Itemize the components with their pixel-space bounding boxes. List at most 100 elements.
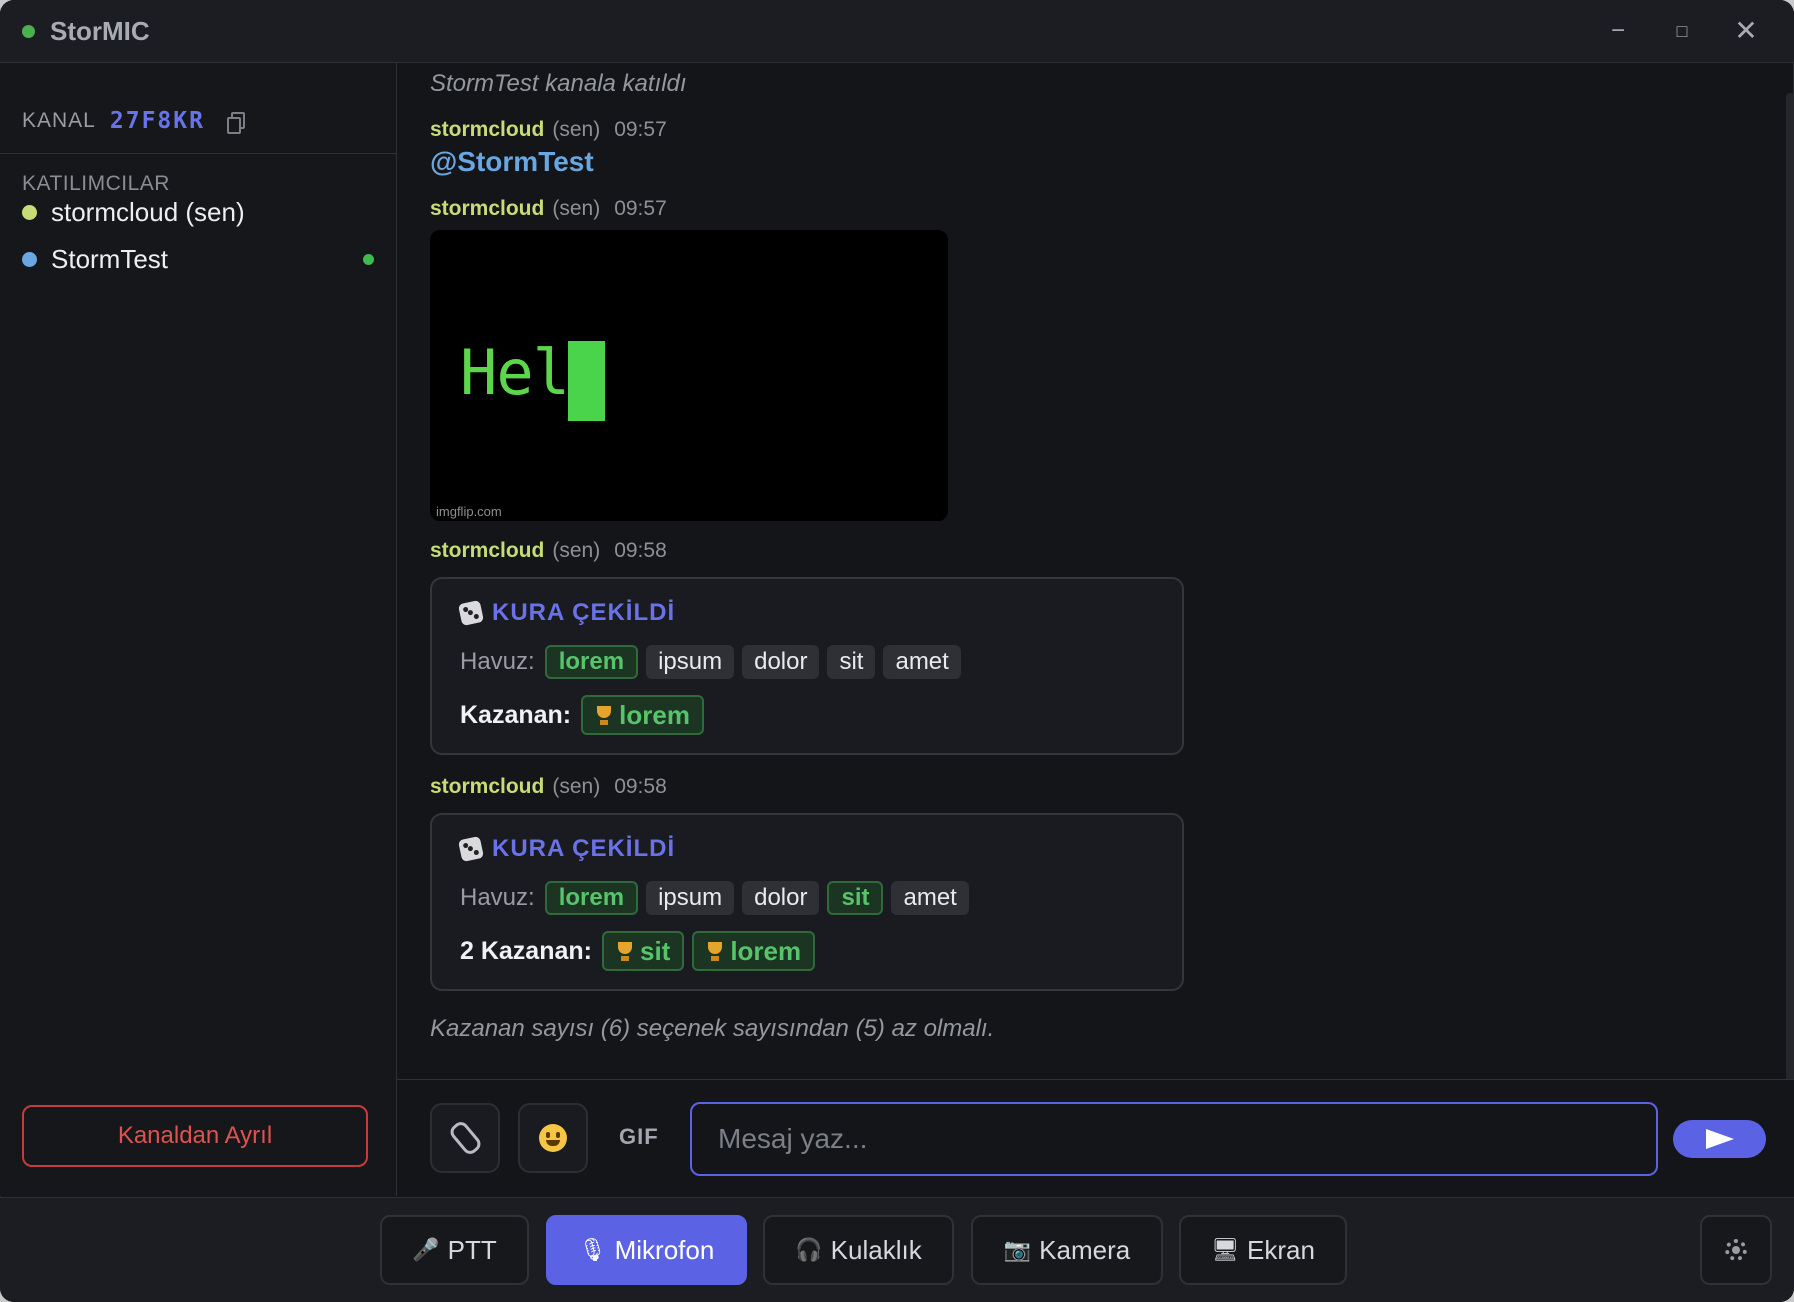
- participant-color-icon: [22, 204, 37, 220]
- message-composer: GIF: [397, 1079, 1794, 1197]
- pool-row: Havuz: lorem ipsum dolor sit amet: [460, 645, 969, 679]
- smiley-icon: [539, 1124, 567, 1152]
- scrollbar[interactable]: [1786, 93, 1794, 1108]
- message-header: stormcloud (sen) 09:58: [430, 539, 667, 563]
- draw-title-text: KURA ÇEKİLDİ: [492, 835, 676, 862]
- headphones-button[interactable]: 🎧 Kulaklık: [763, 1215, 954, 1285]
- gear-icon: [1725, 1239, 1747, 1261]
- gif-button[interactable]: GIF: [619, 1124, 659, 1150]
- maximize-button[interactable]: □: [1660, 10, 1704, 52]
- winner-row: 2 Kazanan: sit lorem: [460, 931, 823, 971]
- self-tag: (sen): [552, 775, 601, 798]
- participant-item[interactable]: stormcloud (sen): [22, 192, 382, 232]
- headphones-icon: 🎧: [795, 1237, 823, 1262]
- sidebar: KANAL 27F8KR KATILIMCILAR stormcloud (se…: [0, 63, 397, 1196]
- winner-name: lorem: [730, 936, 802, 966]
- message-author: stormcloud: [430, 539, 545, 562]
- mention-text[interactable]: @StormTest: [430, 146, 594, 178]
- draw-title: KURA ÇEKİLDİ: [457, 599, 676, 627]
- participant-color-icon: [22, 251, 37, 267]
- ptt-button[interactable]: 🎤 PTT: [380, 1215, 529, 1285]
- channel-code: 27F8KR: [109, 108, 205, 134]
- pool-chip: amet: [883, 645, 961, 679]
- sidebar-divider: [0, 153, 396, 154]
- gif-image[interactable]: Hel imgflip.com: [430, 230, 948, 521]
- pool-chip: sit: [827, 645, 876, 679]
- app-window: StorMIC − □ ✕ KANAL 27F8KR KATILIMCILAR …: [0, 0, 1794, 1302]
- send-button[interactable]: [1673, 1120, 1766, 1158]
- channel-info: KANAL 27F8KR: [22, 103, 245, 139]
- trophy-icon: [595, 706, 613, 726]
- participant-item[interactable]: StormTest: [22, 239, 382, 279]
- attach-button[interactable]: [430, 1103, 500, 1173]
- draw-result-card: KURA ÇEKİLDİ Havuz: lorem ipsum dolor si…: [430, 577, 1184, 755]
- monitor-icon: 🖥: [1211, 1237, 1239, 1262]
- message-header: stormcloud (sen) 09:58: [430, 775, 667, 799]
- connection-status-icon: [22, 25, 35, 38]
- pool-row: Havuz: lorem ipsum dolor sit amet: [460, 881, 977, 915]
- participant-name: StormTest: [51, 243, 169, 274]
- draw-title-text: KURA ÇEKİLDİ: [492, 599, 676, 626]
- pool-chip: dolor: [742, 881, 820, 915]
- self-tag: (sen): [552, 197, 601, 220]
- winner-chip: sit: [601, 931, 685, 971]
- system-message: StormTest kanala katıldı: [430, 70, 687, 97]
- pool-label: Havuz:: [460, 648, 535, 675]
- message-author: stormcloud: [430, 118, 545, 141]
- app-title: StorMIC: [50, 16, 150, 46]
- screen-share-button[interactable]: 🖥 Ekran: [1179, 1215, 1347, 1285]
- message-author: stormcloud: [430, 775, 545, 798]
- winner-name: sit: [639, 936, 671, 966]
- winner-label: Kazanan:: [460, 700, 572, 729]
- message-list: StormTest kanala katıldı stormcloud (sen…: [397, 63, 1782, 1079]
- screen-label: Ekran: [1247, 1234, 1315, 1265]
- pool-chip: ipsum: [646, 881, 735, 915]
- chat-area: StormTest kanala katıldı stormcloud (sen…: [397, 63, 1794, 1108]
- mic-label: Mikrofon: [614, 1234, 715, 1265]
- participant-name: stormcloud (sen): [51, 196, 245, 227]
- pool-chip: amet: [891, 881, 969, 915]
- control-bar: 🎤 PTT 🎙 Mikrofon 🎧 Kulaklık 📷 Kamera 🖥 E…: [0, 1197, 1794, 1302]
- pool-label: Havuz:: [460, 884, 535, 911]
- mic-button[interactable]: 🎙 Mikrofon: [546, 1215, 747, 1285]
- close-button[interactable]: ✕: [1724, 10, 1768, 52]
- self-tag: (sen): [552, 539, 601, 562]
- draw-title: KURA ÇEKİLDİ: [457, 835, 676, 863]
- studio-microphone-icon: 🎙: [578, 1237, 607, 1262]
- paperclip-icon: [446, 1118, 484, 1158]
- emoji-button[interactable]: [518, 1103, 588, 1173]
- pool-chip: lorem: [544, 881, 639, 915]
- message-author: stormcloud: [430, 197, 545, 220]
- online-status-icon: [363, 253, 374, 265]
- minimize-button[interactable]: −: [1596, 10, 1640, 52]
- ptt-label: PTT: [447, 1234, 497, 1265]
- copy-icon[interactable]: [226, 112, 245, 134]
- pool-chip: lorem: [544, 645, 639, 679]
- camera-label: Kamera: [1039, 1234, 1131, 1265]
- message-header: stormcloud (sen) 09:57: [430, 118, 667, 142]
- self-tag: (sen): [552, 118, 601, 141]
- winner-label: 2 Kazanan:: [460, 936, 592, 965]
- pool-chip: dolor: [742, 645, 820, 679]
- winner-chip: lorem: [581, 695, 704, 735]
- title-bar: StorMIC − □ ✕: [0, 0, 1794, 63]
- message-input[interactable]: [690, 1102, 1658, 1176]
- message-time: 09:57: [614, 118, 667, 141]
- gif-text: Hel: [460, 336, 570, 409]
- leave-channel-button[interactable]: Kanaldan Ayrıl: [22, 1105, 368, 1167]
- trophy-icon: [706, 942, 724, 962]
- error-message: Kazanan sayısı (6) seçenek sayısından (5…: [430, 1015, 995, 1042]
- channel-label: KANAL: [22, 109, 96, 132]
- message-time: 09:58: [614, 775, 667, 798]
- dice-icon: [457, 599, 485, 627]
- draw-result-card: KURA ÇEKİLDİ Havuz: lorem ipsum dolor si…: [430, 813, 1184, 991]
- headphones-label: Kulaklık: [830, 1234, 922, 1265]
- settings-button[interactable]: [1700, 1215, 1772, 1285]
- gif-watermark: imgflip.com: [436, 504, 502, 519]
- trophy-icon: [616, 942, 634, 962]
- winner-row: Kazanan: lorem: [460, 695, 712, 735]
- camera-button[interactable]: 📷 Kamera: [971, 1215, 1163, 1285]
- message-time: 09:58: [614, 539, 667, 562]
- gif-cursor: [568, 341, 605, 421]
- microphone-icon: 🎤: [412, 1237, 440, 1262]
